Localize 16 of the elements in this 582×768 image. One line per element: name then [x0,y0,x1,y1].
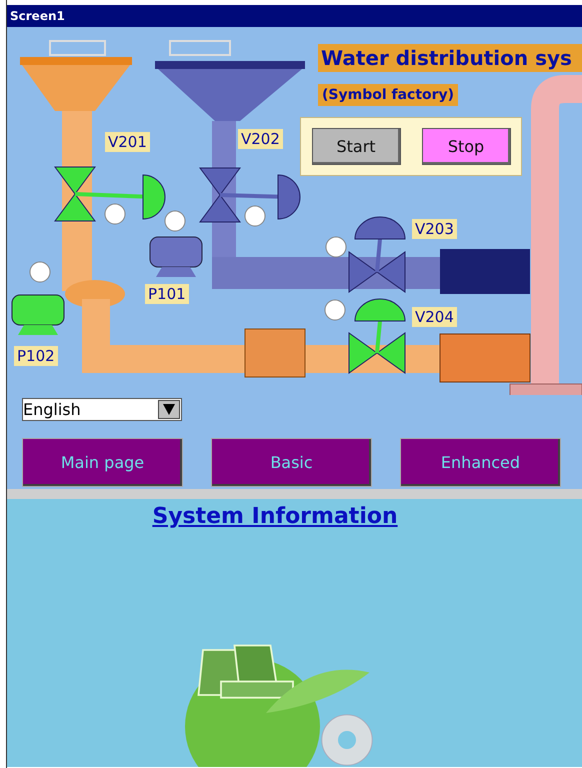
valve-tag: V202 [238,129,283,149]
nav-button[interactable]: Enhanced [400,438,561,487]
valve-tag: V201 [105,132,150,152]
valve-tag: V203 [412,219,457,239]
valve-tag: V204 [412,307,457,327]
pump-tag: P102 [14,346,58,366]
nav-button[interactable]: Main page [22,438,183,487]
language-dropdown[interactable]: English [22,398,182,421]
nav-button[interactable]: Basic [211,438,372,487]
screen-heading: Water distribution sys [318,44,582,72]
start-button[interactable]: Start [312,128,400,165]
screen-subheading: (Symbol factory) [318,84,458,106]
stop-button[interactable]: Stop [422,128,510,165]
pump-tag: P101 [145,284,189,304]
system-information-link[interactable]: System Information [152,504,398,529]
window-title: Screen1 [7,5,582,27]
